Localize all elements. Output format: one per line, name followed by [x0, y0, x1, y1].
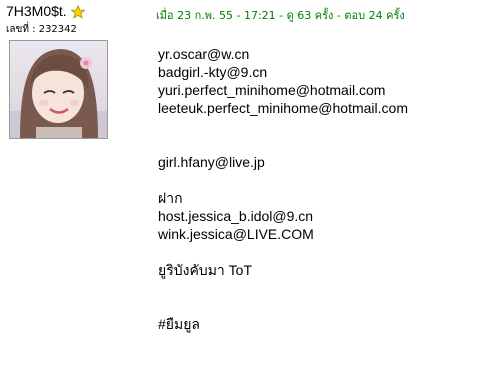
post-meta: เมื่อ 23 ก.พ. 55 - 17:21 - ดู 63 ครั้ง -…: [156, 9, 405, 22]
star-icon: [70, 4, 86, 19]
post-line-hashtag: #ยืมยูล: [158, 316, 200, 332]
post-line-email: wink.jessica@LIVE.COM: [158, 226, 314, 242]
username-row: 7H3M0$t.: [6, 2, 86, 20]
post-content: เมื่อ 23 ก.พ. 55 - 17:21 - ดู 63 ครั้ง -…: [148, 0, 483, 365]
avatar[interactable]: [9, 40, 108, 139]
post-line-text: ฝาก: [158, 190, 183, 206]
post-line-email: leeteuk.perfect_minihome@hotmail.com: [158, 100, 408, 116]
post-line-email: yr.oscar@w.cn: [158, 46, 250, 62]
post-line-text: ยูริบังคับมา ToT: [158, 262, 253, 278]
post-line-email: yuri.perfect_minihome@hotmail.com: [158, 82, 386, 98]
post-line-email: girl.hfany@live.jp: [158, 154, 265, 170]
forum-post: 7H3M0$t. เลขที่ : 232342 เมื่อ 23 ก.พ. 5…: [0, 0, 483, 365]
post-line-email: host.jessica_b.idol@9.cn: [158, 208, 314, 224]
post-line-email: badgirl.-kty@9.cn: [158, 64, 268, 80]
username-link[interactable]: 7H3M0$t.: [6, 3, 67, 19]
post-body: yr.oscar@w.cn badgirl.-kty@9.cn yuri.per…: [158, 45, 480, 333]
poster-info: 7H3M0$t. เลขที่ : 232342: [0, 0, 148, 365]
member-number: เลขที่ : 232342: [6, 24, 77, 35]
